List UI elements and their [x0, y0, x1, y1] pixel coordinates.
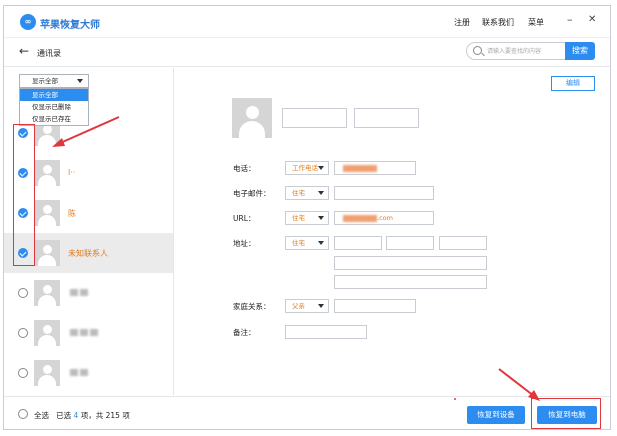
filter-select[interactable]: 显示全部	[19, 74, 89, 88]
selected-count: 4	[73, 411, 79, 420]
nav-bar: ← 通讯录 搜索	[4, 39, 610, 67]
chevron-down-icon	[318, 166, 324, 170]
url-label: URL：	[233, 214, 256, 223]
search-icon	[473, 46, 482, 55]
first-name-field[interactable]	[282, 108, 347, 128]
email-type-value: 住宅	[292, 189, 305, 197]
app-logo-icon: ∞	[20, 14, 36, 30]
address-label: 地址：	[233, 239, 256, 248]
register-link[interactable]: 注册	[454, 17, 470, 28]
note-field[interactable]	[285, 325, 367, 339]
url-type-value: 住宅	[292, 214, 305, 222]
avatar	[34, 160, 60, 186]
address-field-4[interactable]	[334, 256, 487, 270]
filter-option-all[interactable]: 显示全部	[20, 89, 88, 101]
select-all-label: 全选	[34, 411, 49, 420]
total-count: 215	[105, 411, 120, 420]
contact-name	[68, 328, 98, 337]
contact-row[interactable]	[4, 313, 173, 353]
address-type-select[interactable]: 住宅	[285, 236, 329, 250]
avatar	[34, 280, 60, 306]
search-input[interactable]	[487, 45, 563, 57]
arrow-left-icon[interactable]: ←	[19, 44, 29, 58]
url-type-select[interactable]: 住宅	[285, 211, 329, 225]
avatar	[34, 200, 60, 226]
phone-field[interactable]	[334, 161, 416, 175]
contact-row[interactable]	[4, 273, 173, 313]
checkbox-highlight-box	[13, 124, 35, 266]
filter-selected-label: 显示全部	[32, 77, 58, 85]
note-label: 备注：	[233, 328, 256, 337]
contact-us-link[interactable]: 联系我们	[482, 17, 514, 28]
selected-prefix: 已选	[56, 411, 72, 420]
title-bar: ∞ 苹果恢复大师 注册 联系我们 菜单 – ✕	[4, 6, 610, 38]
row-checkbox[interactable]	[18, 288, 28, 298]
contact-detail-panel: 编辑 电话： 工作电话 电子邮件： 住宅 URL： 住宅 .com 地址： 住宅…	[175, 68, 610, 395]
contact-name: 陈	[68, 209, 76, 218]
email-label: 电子邮件：	[233, 189, 271, 198]
chevron-down-icon	[318, 191, 324, 195]
contact-name	[68, 288, 88, 297]
row-checkbox[interactable]	[18, 328, 28, 338]
url-value: .com	[377, 214, 393, 222]
search-box	[466, 42, 566, 60]
address-field-3[interactable]	[439, 236, 487, 250]
contact-name	[68, 368, 88, 377]
contact-row[interactable]	[4, 353, 173, 393]
page-title: 通讯录	[37, 49, 61, 58]
edit-button[interactable]: 编辑	[551, 76, 595, 91]
avatar	[34, 320, 60, 346]
family-field[interactable]	[334, 299, 416, 313]
annotation-arrow-icon	[52, 116, 120, 147]
selected-mid: 项，共	[80, 411, 104, 420]
phone-label: 电话：	[233, 164, 256, 173]
address-type-value: 住宅	[292, 239, 305, 247]
contact-name: 未知联系人	[68, 249, 108, 258]
menu-link[interactable]: 菜单	[528, 17, 544, 28]
chevron-down-icon	[318, 216, 324, 220]
row-checkbox[interactable]	[18, 368, 28, 378]
app-title: 苹果恢复大师	[40, 20, 100, 31]
annotation-dot	[454, 398, 456, 400]
family-type-value: 父亲	[292, 302, 305, 310]
chevron-down-icon	[318, 241, 324, 245]
contact-avatar	[232, 98, 272, 138]
app-window: ∞ 苹果恢复大师 注册 联系我们 菜单 – ✕ ← 通讯录 搜索 显示全部 显示…	[3, 5, 611, 430]
phone-type-value: 工作电话	[292, 164, 318, 172]
select-all-checkbox[interactable]	[18, 409, 28, 419]
close-button[interactable]: ✕	[588, 14, 596, 25]
restore-to-device-button[interactable]: 恢复到设备	[467, 406, 525, 424]
avatar	[34, 240, 60, 266]
address-field-2[interactable]	[386, 236, 434, 250]
phone-type-select[interactable]: 工作电话	[285, 161, 329, 175]
last-name-field[interactable]	[354, 108, 419, 128]
search-button[interactable]: 搜索	[565, 42, 595, 60]
url-field[interactable]: .com	[334, 211, 434, 225]
avatar	[34, 360, 60, 386]
chevron-down-icon	[77, 79, 83, 83]
email-field[interactable]	[334, 186, 434, 200]
address-field-1[interactable]	[334, 236, 382, 250]
email-type-select[interactable]: 住宅	[285, 186, 329, 200]
annotation-arrow-icon	[498, 368, 540, 401]
contact-name: l··	[68, 168, 76, 177]
chevron-down-icon	[318, 304, 324, 308]
family-label: 家庭关系：	[233, 302, 271, 311]
selected-suffix: 项	[122, 411, 130, 420]
minimize-button[interactable]: –	[567, 13, 573, 26]
selection-summary: 全选 已选 4 项，共 215 项	[34, 410, 130, 421]
address-field-5[interactable]	[334, 275, 487, 289]
family-type-select[interactable]: 父亲	[285, 299, 329, 313]
